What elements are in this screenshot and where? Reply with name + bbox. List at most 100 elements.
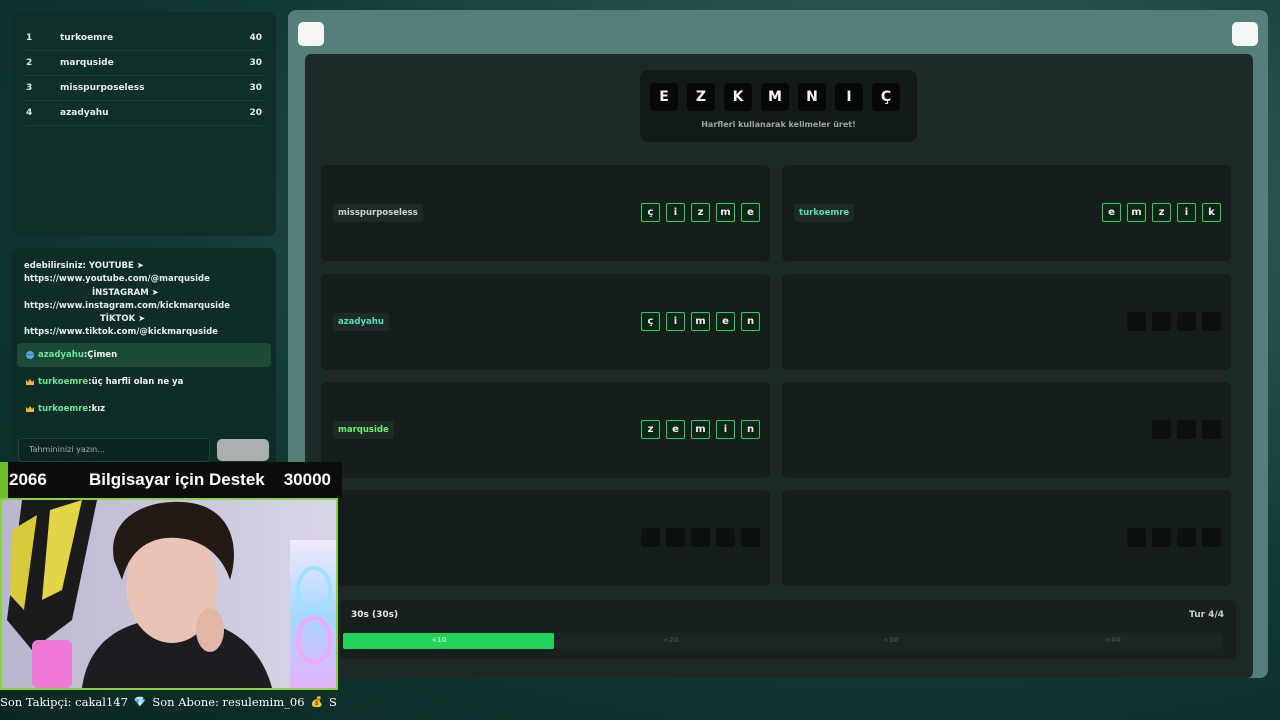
goal-accent bbox=[0, 462, 8, 498]
word-tile: i bbox=[666, 312, 685, 331]
chat-system-line: TİKTOK ➤ bbox=[100, 314, 146, 325]
chat-message: turkoemre: kız bbox=[17, 397, 271, 421]
word-tile bbox=[1127, 528, 1146, 547]
word-tile: n bbox=[741, 420, 760, 439]
chat-username[interactable]: azadyahu bbox=[38, 350, 84, 360]
timer-panel: 30s (30s) Tur 4/4 +10 +20 +30 +40 bbox=[340, 600, 1236, 659]
leaderboard-rank: 2 bbox=[26, 58, 33, 68]
word-tile bbox=[691, 528, 710, 547]
leaderboard-score: 20 bbox=[249, 108, 262, 118]
word-tile: z bbox=[691, 203, 710, 222]
word-tile bbox=[1152, 312, 1171, 331]
word-slot bbox=[782, 274, 1231, 370]
word-slot bbox=[321, 490, 770, 586]
letter-tile: I bbox=[835, 83, 863, 111]
goal-title: Bilgisayar için Destek bbox=[89, 470, 265, 489]
word-tile: m bbox=[691, 420, 710, 439]
letter-tile: K bbox=[724, 83, 752, 111]
word-tile: i bbox=[666, 203, 685, 222]
word-tile: m bbox=[716, 203, 735, 222]
chat-text: Çimen bbox=[87, 349, 118, 360]
word-tile: n bbox=[741, 312, 760, 331]
leaderboard-rank: 4 bbox=[26, 108, 33, 118]
leaderboard-panel: 1 turkoemre 40 2 marquside 30 3 misspurposeless… bbox=[12, 12, 276, 236]
letter-tile: N bbox=[798, 83, 826, 111]
word-tile bbox=[1177, 528, 1196, 547]
letter-tile: Z bbox=[687, 83, 715, 111]
leaderboard-row: 1 turkoemre 40 bbox=[26, 26, 262, 51]
word-tile bbox=[1202, 312, 1221, 331]
money-bag-icon: 💰 bbox=[310, 696, 323, 708]
word-tile: ç bbox=[641, 203, 660, 222]
word-tile bbox=[666, 528, 685, 547]
chat-username[interactable]: turkoemre bbox=[38, 404, 88, 414]
word-tiles bbox=[1127, 312, 1221, 331]
word-tile: e bbox=[716, 312, 735, 331]
letter-tile: Ç bbox=[872, 83, 900, 111]
chat-system-line: İNSTAGRAM ➤ bbox=[92, 287, 159, 298]
word-tile bbox=[641, 528, 660, 547]
word-tile bbox=[1152, 528, 1171, 547]
word-slot-player: misspurposeless bbox=[333, 204, 423, 222]
word-tiles: çimen bbox=[641, 312, 760, 331]
crown-icon bbox=[25, 377, 35, 387]
settings-button[interactable] bbox=[1232, 22, 1258, 46]
word-tiles: çizme bbox=[641, 203, 760, 222]
guess-input[interactable]: Tahmininizi yazın... bbox=[18, 438, 210, 462]
letter-pool-hint: Harfleri kullanarak kelimeler üret! bbox=[701, 120, 856, 129]
leaderboard-score: 30 bbox=[249, 83, 262, 93]
chat-message: azadyahu: Çimen bbox=[17, 342, 271, 367]
chat-username[interactable]: turkoemre bbox=[38, 377, 88, 387]
progress-segment-label: +30 bbox=[883, 636, 899, 644]
leaderboard-score: 30 bbox=[249, 58, 262, 68]
word-tile: e bbox=[1102, 203, 1121, 222]
chat-system-line: edebilirsiniz: YOUTUBE ➤ bbox=[24, 261, 144, 271]
progress-segment-label: +10 bbox=[431, 636, 447, 644]
word-tile: e bbox=[741, 203, 760, 222]
leaderboard-player: misspurposeless bbox=[60, 83, 145, 93]
leaderboard-player: marquside bbox=[60, 58, 114, 68]
letter-tile: E bbox=[650, 83, 678, 111]
menu-button[interactable] bbox=[298, 22, 324, 46]
chat-message: turkoemre: üç harfli olan ne ya bbox=[17, 370, 271, 394]
word-tile: ç bbox=[641, 312, 660, 331]
word-tiles bbox=[1152, 420, 1221, 439]
ticker-truncated-text: S bbox=[328, 695, 337, 709]
time-progress-fill bbox=[343, 633, 555, 649]
chat-text: üç harfli olan ne ya bbox=[91, 376, 184, 387]
word-slot bbox=[782, 382, 1231, 478]
goal-target-amount: 30000 bbox=[283, 470, 331, 489]
word-tile bbox=[1152, 420, 1171, 439]
word-slot: turkoemre e m z i k bbox=[782, 165, 1231, 261]
webcam-image bbox=[2, 500, 336, 688]
word-tile bbox=[716, 528, 735, 547]
word-tile bbox=[1127, 312, 1146, 331]
chat-panel: edebilirsiniz: YOUTUBE ➤ https://www.you… bbox=[12, 248, 276, 470]
webcam-feed bbox=[0, 498, 338, 690]
leaderboard-row: 2 marquside 30 bbox=[26, 51, 262, 76]
word-tile: z bbox=[641, 420, 660, 439]
leaderboard-row: 3 misspurposeless 30 bbox=[26, 76, 262, 101]
chat-system-line[interactable]: https://www.tiktok.com/@kickmarquside bbox=[24, 326, 264, 339]
chat-system-line[interactable]: https://www.youtube.com/@marquside bbox=[24, 273, 264, 286]
last-subscriber: Son Abone: resulemim_06 bbox=[152, 695, 305, 709]
chat-system-message: edebilirsiniz: YOUTUBE ➤ https://www.you… bbox=[24, 260, 264, 340]
leaderboard-score: 40 bbox=[249, 33, 262, 43]
word-tile: i bbox=[1177, 203, 1196, 222]
leaderboard-rank: 1 bbox=[26, 33, 33, 43]
chat-system-line[interactable]: https://www.instagram.com/kickmarquside bbox=[24, 300, 264, 313]
last-follower: Son Takipçi: cakal147 bbox=[0, 695, 128, 709]
diamond-icon: 💎 bbox=[133, 696, 147, 708]
leaderboard-player: azadyahu bbox=[60, 108, 109, 118]
word-tile: z bbox=[1152, 203, 1171, 222]
donation-goal-bar: 2066 Bilgisayar için Destek 30000 bbox=[0, 462, 342, 498]
word-slot: marquside z e m i n bbox=[321, 382, 770, 478]
word-tile bbox=[1177, 420, 1196, 439]
word-tile: m bbox=[1127, 203, 1146, 222]
goal-current-amount: 2066 bbox=[9, 470, 47, 489]
word-tile bbox=[741, 528, 760, 547]
stream-ticker: Son Takipçi: cakal147 💎 Son Abone: resul… bbox=[0, 692, 342, 712]
word-tile: k bbox=[1202, 203, 1221, 222]
send-button[interactable] bbox=[217, 439, 269, 461]
word-slot: azadyahu ç i m e n bbox=[321, 274, 770, 370]
